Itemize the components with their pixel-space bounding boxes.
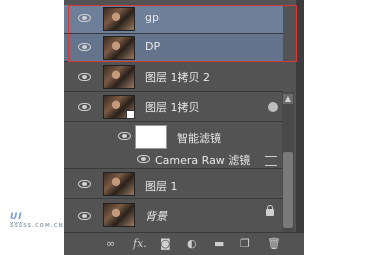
scroll-up-arrow-icon[interactable]: ▲ (283, 94, 293, 104)
watermark-subtext: SSSSS.COM.CN (10, 223, 64, 229)
visibility-eye-icon[interactable] (78, 103, 91, 111)
visibility-eye-icon[interactable] (78, 212, 91, 220)
visibility-eye-icon[interactable] (118, 132, 131, 140)
link-icon[interactable]: ∞ (106, 238, 115, 250)
fx-button[interactable]: fx. (133, 238, 147, 250)
new-layer-icon[interactable]: ❐ (240, 238, 250, 250)
layer-thumbnail (103, 65, 135, 89)
adjustment-icon[interactable]: ◐ (187, 238, 197, 250)
smart-object-icon (126, 110, 135, 119)
visibility-eye-icon[interactable] (78, 73, 91, 81)
visibility-eye-icon[interactable] (137, 155, 150, 163)
layer-name[interactable]: 背景 (145, 208, 167, 224)
smart-filters-label[interactable]: 智能滤镜 (177, 130, 221, 146)
smart-filter-icon[interactable] (268, 102, 278, 112)
filter-mask-thumbnail (135, 125, 167, 149)
layer-name[interactable]: 图层 1 (145, 178, 178, 194)
panel-edge (296, 0, 304, 254)
watermark-text: UI (10, 212, 23, 222)
layer-row-background[interactable] (64, 199, 283, 232)
scrollbar-thumb[interactable] (283, 152, 293, 228)
mask-icon[interactable]: ◙ (160, 238, 171, 250)
folder-icon[interactable]: ▬ (214, 238, 224, 250)
smart-filters-row[interactable] (64, 122, 283, 149)
filter-name[interactable]: Camera Raw 滤镜 (155, 152, 250, 168)
layer-name[interactable]: 图层 1拷贝 2 (145, 69, 210, 85)
lock-icon (266, 205, 274, 216)
filter-options-icon[interactable] (265, 156, 277, 166)
layer-thumbnail (103, 172, 135, 196)
layer-thumbnail (103, 203, 135, 227)
layer-name[interactable]: 图层 1拷贝 (145, 99, 200, 115)
highlight-box (68, 5, 297, 62)
trash-icon[interactable]: 🗑 (267, 238, 281, 250)
watermark-logo: UI SSSSS.COM.CN (10, 212, 63, 229)
visibility-eye-icon[interactable] (78, 180, 91, 188)
